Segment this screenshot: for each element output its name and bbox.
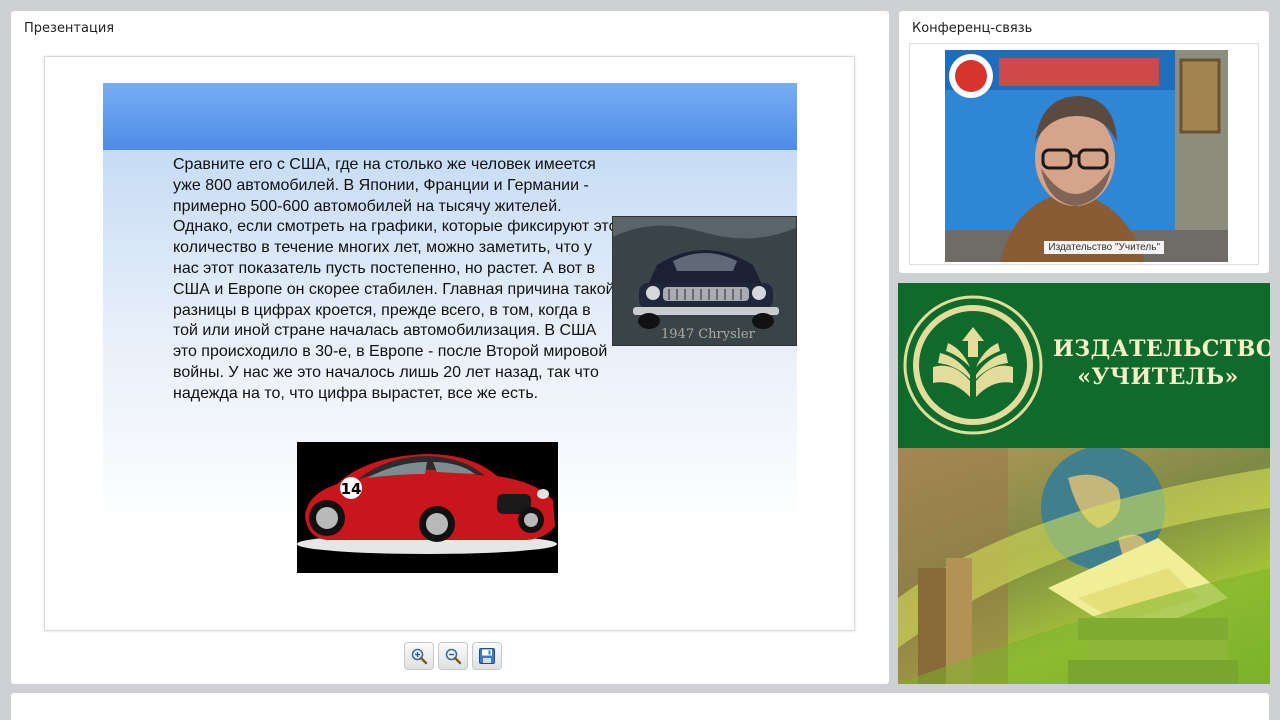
save-icon: [479, 648, 495, 664]
zoom-out-button[interactable]: [438, 642, 468, 670]
ferrari-race-number: 14: [341, 480, 362, 498]
speaker-label: Издательство "Учитель": [1044, 241, 1164, 254]
presentation-slide: Сравните его с США, где на столько же че…: [44, 56, 855, 631]
presentation-panel: Презентация Сравните его с США, где на с…: [11, 11, 889, 684]
ferrari-image: 14: [297, 442, 558, 573]
conference-title: Конференц-связь: [912, 21, 1033, 36]
publisher-logo-area: ИЗДАТЕЛЬСТВО «УЧИТЕЛЬ»: [898, 283, 1270, 448]
publisher-banner: ИЗДАТЕЛЬСТВО «УЧИТЕЛЬ»: [898, 283, 1270, 684]
speaker-video[interactable]: Издательство "Учитель": [945, 50, 1228, 262]
publisher-name-line1: ИЗДАТЕЛЬСТВО: [1053, 336, 1270, 362]
slide-header-band: [103, 83, 797, 150]
chrysler-caption: 1947 Chrysler: [661, 327, 755, 342]
publisher-books-image: [898, 446, 1270, 684]
chrysler-image: 1947 Chrysler: [612, 216, 797, 346]
publisher-name: ИЗДАТЕЛЬСТВО «УЧИТЕЛЬ»: [1053, 335, 1270, 391]
ferrari-car-illustration: 14: [297, 442, 558, 573]
books-globe-illustration: [898, 446, 1270, 684]
speaker-video-illustration: [945, 50, 1228, 262]
video-frame: Издательство "Учитель": [909, 43, 1259, 265]
zoom-in-button[interactable]: [404, 642, 434, 670]
bottom-panel: [11, 693, 1269, 720]
publisher-logo-icon: [903, 295, 1043, 435]
slide-body-text: Сравните его с США, где на столько же че…: [173, 156, 618, 402]
zoom-out-icon: [445, 648, 462, 665]
publisher-name-line2: «УЧИТЕЛЬ»: [1077, 364, 1239, 390]
presentation-toolbar: [404, 642, 502, 670]
zoom-in-icon: [411, 648, 428, 665]
conference-panel: Конференц-связь Издательство "Учитель": [899, 11, 1269, 273]
presentation-title: Презентация: [24, 21, 115, 36]
save-button[interactable]: [472, 642, 502, 670]
